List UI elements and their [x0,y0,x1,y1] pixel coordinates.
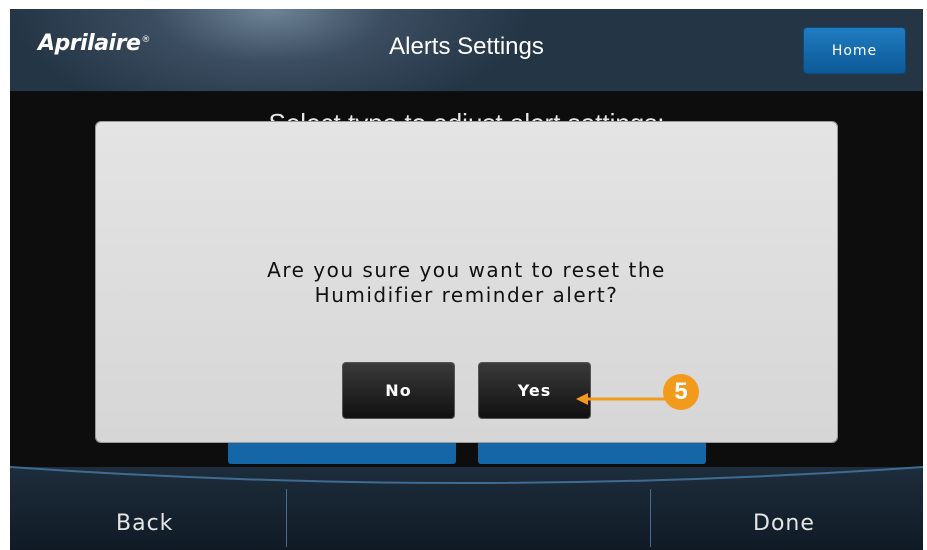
footer-divider-right [650,489,651,547]
no-button[interactable]: No [342,362,455,419]
step-callout-badge: 5 [663,374,699,410]
yes-button[interactable]: Yes [478,362,591,419]
page-title: Alerts Settings [389,33,544,60]
dialog-message-line-2: Humidifier reminder alert? [314,283,619,307]
device-frame: Aprilaire® Alerts Settings Home Select t… [0,0,927,550]
done-button[interactable]: Done [753,511,815,536]
thermostat-screen: Aprilaire® Alerts Settings Home Select t… [10,9,923,550]
footer-divider-left [286,489,287,547]
header-bar: Aprilaire® Alerts Settings Home [10,9,923,92]
callout-arrow [576,393,666,405]
home-button[interactable]: Home [803,27,906,74]
back-button[interactable]: Back [116,511,173,536]
dialog-message: Are you sure you want to reset the Humid… [96,258,837,308]
confirm-reset-dialog: Are you sure you want to reset the Humid… [96,122,837,442]
footer-bar: Back Done [10,466,923,550]
dialog-message-line-1: Are you sure you want to reset the [267,258,666,282]
footer-curve-decoration [10,466,923,484]
